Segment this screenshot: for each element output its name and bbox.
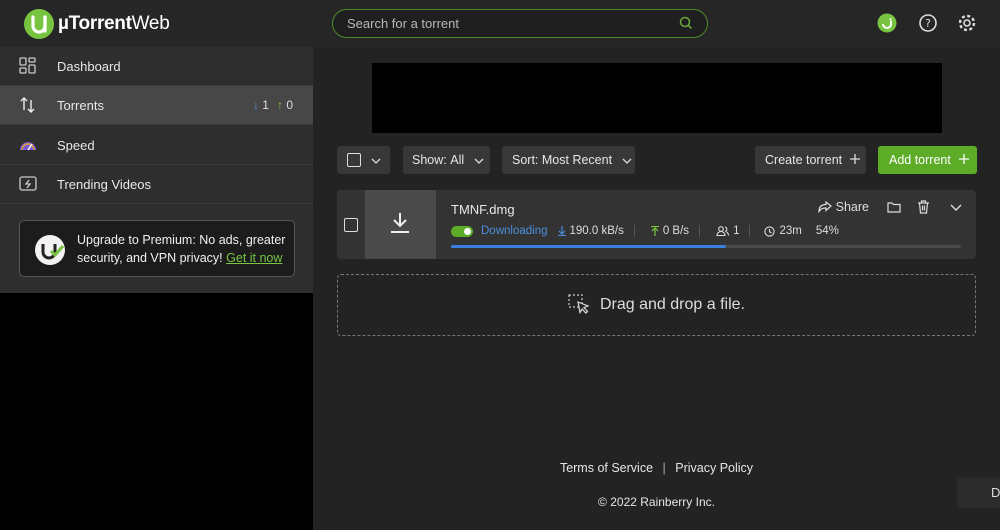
premium-promo: Upgrade to Premium: No ads, greater secu… (19, 220, 295, 277)
sidebar-item-label: Dashboard (57, 58, 121, 74)
get-premium-link[interactable]: Get it now (226, 251, 282, 265)
sort-dropdown[interactable]: Sort: Most Recent (502, 146, 635, 174)
download-icon (391, 213, 409, 233)
add-torrent-label: Add torrent (889, 153, 951, 167)
chevron-down-icon (474, 153, 484, 167)
drop-zone-text: Drag and drop a file. (600, 296, 745, 313)
download-speed: 190.0 kB/s (557, 225, 624, 237)
speedometer-icon (19, 136, 37, 154)
select-all-dropdown[interactable] (337, 146, 390, 174)
promo-text: Upgrade to Premium: No ads, greater secu… (77, 233, 286, 265)
chevron-down-icon[interactable] (950, 204, 962, 211)
download-arrow-icon (557, 226, 566, 236)
help-icon[interactable]: ? (918, 13, 938, 33)
upload-count: 0 (286, 98, 293, 112)
footer-separator: | (662, 461, 666, 475)
show-filter-dropdown[interactable]: Show: All (403, 146, 490, 174)
terms-link[interactable]: Terms of Service (560, 461, 653, 475)
torrent-status: Downloading (481, 225, 548, 237)
top-bar: µTorrentWeb ? (0, 0, 1000, 47)
app-logo[interactable]: µTorrentWeb (24, 9, 170, 39)
sidebar-item-torrents[interactable]: Torrents ↓ 1 ↑ 0 (0, 86, 313, 125)
torrent-checkbox[interactable] (344, 218, 358, 232)
remote-icon[interactable] (877, 13, 897, 33)
download-status-tile (365, 190, 436, 259)
peers-count: 1 (716, 225, 739, 237)
sidebar-item-trending-videos[interactable]: Trending Videos (0, 165, 313, 204)
upload-speed: 0 B/s (650, 225, 689, 237)
download-arrow-icon: ↓ (252, 98, 259, 112)
peers-icon (716, 226, 730, 236)
show-value: All (450, 153, 465, 167)
torrent-row[interactable]: TMNF.dmg Share Downloading 190.0 kB/s 0 … (337, 190, 976, 259)
footer-links: Terms of Service | Privacy Policy (313, 461, 1000, 475)
create-torrent-button[interactable]: Create torrent (755, 146, 866, 174)
app-title: µTorrentWeb (58, 13, 170, 34)
eta: 23m (764, 225, 802, 237)
sidebar-item-label: Speed (57, 137, 95, 153)
folder-icon[interactable] (887, 201, 901, 213)
sidebar-item-label: Trending Videos (57, 176, 151, 192)
share-icon (818, 201, 832, 213)
chevron-down-icon (622, 153, 632, 167)
drop-zone[interactable]: Drag and drop a file. (337, 274, 976, 336)
plus-icon (958, 153, 969, 167)
percent-complete: 54% (815, 225, 839, 237)
download-count: 1 (262, 98, 269, 112)
torrent-stats: Downloading 190.0 kB/s 0 B/s 1 23m 54% (451, 225, 839, 237)
pause-resume-toggle[interactable] (451, 225, 473, 237)
upload-arrow-icon (650, 226, 659, 236)
ad-banner (372, 63, 942, 133)
select-all-checkbox[interactable] (347, 153, 361, 167)
share-button[interactable]: Share (818, 200, 869, 214)
search-bar[interactable] (332, 9, 708, 38)
sidebar-item-dashboard[interactable]: Dashboard (0, 47, 313, 86)
svg-text:?: ? (925, 17, 931, 30)
sidebar-item-speed[interactable]: Speed (0, 126, 313, 165)
progress-bar (451, 245, 961, 248)
video-icon (19, 175, 37, 193)
add-torrent-button[interactable]: Add torrent (878, 146, 977, 174)
torrent-counts: ↓ 1 ↑ 0 (253, 98, 293, 112)
premium-badge-icon (34, 234, 66, 266)
upload-arrow-icon: ↑ (276, 98, 283, 112)
stats-divider (699, 225, 701, 237)
copyright: © 2022 Rainberry Inc. (598, 495, 715, 509)
chevron-down-icon (371, 153, 381, 167)
sort-label: Sort: (512, 153, 539, 167)
privacy-link[interactable]: Privacy Policy (675, 461, 753, 475)
trash-icon[interactable] (917, 200, 930, 214)
transfer-arrows-icon (19, 96, 37, 114)
search-icon[interactable] (679, 16, 693, 35)
utorrent-logo-icon (24, 9, 54, 39)
plus-icon (850, 153, 861, 167)
clock-icon (764, 225, 776, 237)
progress-bar-fill (451, 245, 727, 248)
sidebar: Dashboard Torrents ↓ 1 ↑ 0 Speed Trendin… (0, 47, 313, 293)
stats-divider (633, 225, 635, 237)
search-input[interactable] (347, 16, 667, 31)
create-torrent-label: Create torrent (765, 153, 843, 167)
show-label: Show: (412, 153, 447, 167)
torrent-name[interactable]: TMNF.dmg (451, 202, 515, 217)
dashboard-icon (19, 57, 37, 75)
main-content: Show: All Sort: Most Recent Create torre… (313, 47, 1000, 530)
gear-icon[interactable] (957, 13, 977, 33)
sort-value: Most Recent (541, 153, 613, 167)
sidebar-item-label: Torrents (57, 97, 104, 113)
drag-drop-icon (568, 294, 590, 315)
stats-divider (749, 225, 751, 237)
corner-button[interactable]: D (957, 477, 1000, 508)
torrent-actions: Share (802, 200, 962, 214)
